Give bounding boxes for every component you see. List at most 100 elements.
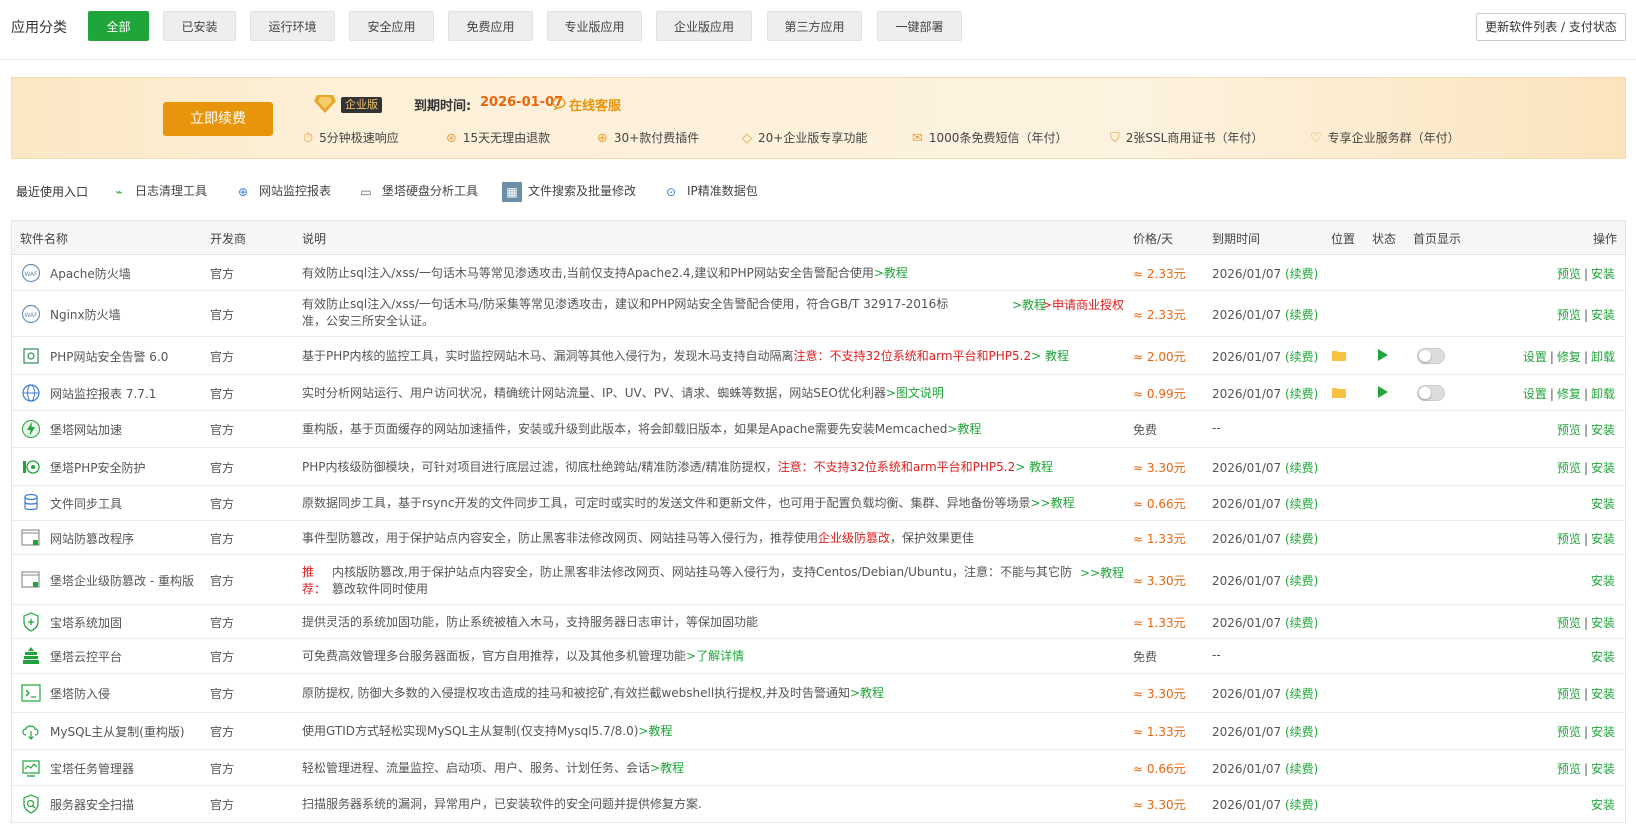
settings-link[interactable]: 设置: [1523, 387, 1547, 401]
price: ≈ 2.33元: [1133, 267, 1186, 281]
preview-link[interactable]: 预览: [1557, 267, 1581, 281]
recent-item-disk-analysis[interactable]: ▭ 堡塔硬盘分析工具: [356, 180, 478, 202]
install-link[interactable]: 安装: [1591, 650, 1615, 664]
ops: 预览 | 安装: [1556, 308, 1615, 322]
install-link[interactable]: 安装: [1591, 461, 1615, 475]
docs-link[interactable]: >图文说明: [886, 386, 944, 400]
ops: 预览 | 安装: [1556, 267, 1615, 281]
commercial-license-link[interactable]: >申请商业授权: [1042, 296, 1124, 313]
developer: 官方: [210, 650, 235, 664]
renew-now-button[interactable]: 立即续费: [163, 102, 273, 136]
recent-item-ip-data[interactable]: ⊙ IP精准数据包: [661, 180, 758, 202]
renew-link[interactable]: (续费): [1285, 687, 1318, 701]
renew-link[interactable]: (续费): [1285, 574, 1318, 588]
category-security[interactable]: 安全应用: [349, 11, 434, 41]
ops: 安装: [1591, 796, 1615, 813]
category-installed[interactable]: 已安装: [163, 11, 236, 41]
online-support-link[interactable]: 在线客服: [569, 95, 621, 114]
repair-link[interactable]: 修复: [1557, 387, 1581, 401]
category-oneclick[interactable]: 一键部署: [877, 11, 962, 41]
category-enterprise[interactable]: 企业版应用: [656, 11, 752, 41]
description: 有效防止sql注入/xss/一句话木马/防采集等常见渗透攻击，建议和PHP网站安…: [302, 297, 949, 328]
price: 免费: [1133, 650, 1158, 664]
folder-icon[interactable]: [1332, 349, 1346, 364]
tutorial-link[interactable]: >教程: [1012, 296, 1046, 313]
renew-link[interactable]: (续费): [1285, 387, 1318, 401]
renew-link[interactable]: (续费): [1285, 350, 1318, 364]
tutorial-link[interactable]: > 教程: [1015, 460, 1053, 474]
uninstall-link[interactable]: 卸载: [1591, 350, 1615, 364]
category-pro[interactable]: 专业版应用: [547, 11, 642, 41]
install-link[interactable]: 安装: [1591, 497, 1615, 511]
uninstall-link[interactable]: 卸载: [1591, 387, 1615, 401]
tutorial-link[interactable]: >教程: [850, 686, 884, 700]
install-link[interactable]: 安装: [1591, 532, 1615, 546]
details-link[interactable]: >了解详情: [686, 649, 744, 663]
expire: 2026/01/07 (续费): [1212, 616, 1319, 630]
install-link[interactable]: 安装: [1591, 616, 1615, 630]
preview-link[interactable]: 预览: [1557, 532, 1581, 546]
category-thirdparty[interactable]: 第三方应用: [767, 11, 862, 41]
location-pin-icon: ⊙: [665, 184, 677, 199]
developer: 官方: [210, 725, 235, 739]
category-free[interactable]: 免费应用: [448, 11, 533, 41]
expire: 2026/01/07 (续费): [1212, 267, 1319, 281]
preview-link[interactable]: 预览: [1557, 308, 1581, 322]
clock-icon: ⏱: [303, 131, 314, 146]
tutorial-link[interactable]: >教程: [638, 724, 672, 738]
install-link[interactable]: 安装: [1591, 267, 1615, 281]
category-all[interactable]: 全部: [88, 11, 149, 41]
recent-item-log-cleaner[interactable]: ⌁ 日志清理工具: [109, 180, 207, 202]
renew-link[interactable]: (续费): [1285, 308, 1318, 322]
expire: 2026/01/07 (续费): [1212, 574, 1319, 588]
preview-link[interactable]: 预览: [1557, 725, 1581, 739]
settings-link[interactable]: 设置: [1523, 350, 1547, 364]
renew-link[interactable]: (续费): [1285, 461, 1318, 475]
software-name: 堡塔PHP安全防护: [21, 457, 146, 477]
homepage-toggle[interactable]: [1417, 385, 1445, 401]
renew-link[interactable]: (续费): [1285, 798, 1318, 812]
enterprise-tamper-link[interactable]: 企业级防篡改: [818, 531, 890, 545]
table-row: 宝塔任务管理器 官方 轻松管理进程、流量监控、启动项、用户、服务、计划任务、会话…: [12, 750, 1625, 786]
install-link[interactable]: 安装: [1591, 308, 1615, 322]
ops: 预览 | 安装: [1556, 725, 1615, 739]
recent-item-site-monitor[interactable]: ⊕ 网站监控报表: [233, 180, 331, 202]
install-link[interactable]: 安装: [1591, 574, 1615, 588]
renew-link[interactable]: (续费): [1285, 616, 1318, 630]
install-link[interactable]: 安装: [1591, 798, 1615, 812]
install-link[interactable]: 安装: [1591, 725, 1615, 739]
software-name: 宝塔任务管理器: [21, 758, 134, 778]
preview-link[interactable]: 预览: [1557, 616, 1581, 630]
renew-link[interactable]: (续费): [1285, 497, 1318, 511]
description: 事件型防篡改，用于保护站点内容安全，防止黑客非法修改网页、网站挂马等入侵行为，推…: [302, 531, 975, 545]
category-runtime[interactable]: 运行环境: [250, 11, 335, 41]
install-link[interactable]: 安装: [1591, 762, 1615, 776]
renew-link[interactable]: (续费): [1285, 762, 1318, 776]
developer: 官方: [210, 497, 235, 511]
tutorial-link[interactable]: >教程: [650, 761, 684, 775]
tutorial-link[interactable]: >>教程: [1080, 564, 1124, 581]
tutorial-link[interactable]: > 教程: [1031, 349, 1069, 363]
renew-link[interactable]: (续费): [1285, 725, 1318, 739]
preview-link[interactable]: 预览: [1557, 762, 1581, 776]
install-link[interactable]: 安装: [1591, 423, 1615, 437]
homepage-toggle[interactable]: [1417, 348, 1445, 364]
renew-link[interactable]: (续费): [1285, 532, 1318, 546]
preview-link[interactable]: 预览: [1557, 461, 1581, 475]
play-icon[interactable]: [1378, 386, 1388, 401]
shield-plus-icon: [21, 612, 41, 632]
update-list-button[interactable]: 更新软件列表 / 支付状态: [1476, 13, 1626, 41]
folder-icon[interactable]: [1332, 386, 1346, 401]
renew-link[interactable]: (续费): [1285, 267, 1318, 281]
preview-link[interactable]: 预览: [1557, 687, 1581, 701]
play-icon[interactable]: [1378, 349, 1388, 364]
preview-link[interactable]: 预览: [1557, 423, 1581, 437]
tutorial-link[interactable]: >教程: [874, 266, 908, 280]
developer: 官方: [210, 574, 235, 588]
install-link[interactable]: 安装: [1591, 687, 1615, 701]
recent-item-file-search[interactable]: ▦ 文件搜索及批量修改: [502, 180, 636, 202]
col-expire: 到期时间: [1212, 232, 1261, 246]
tutorial-link[interactable]: >>教程: [1031, 496, 1075, 510]
tutorial-link[interactable]: >教程: [947, 422, 981, 436]
repair-link[interactable]: 修复: [1557, 350, 1581, 364]
